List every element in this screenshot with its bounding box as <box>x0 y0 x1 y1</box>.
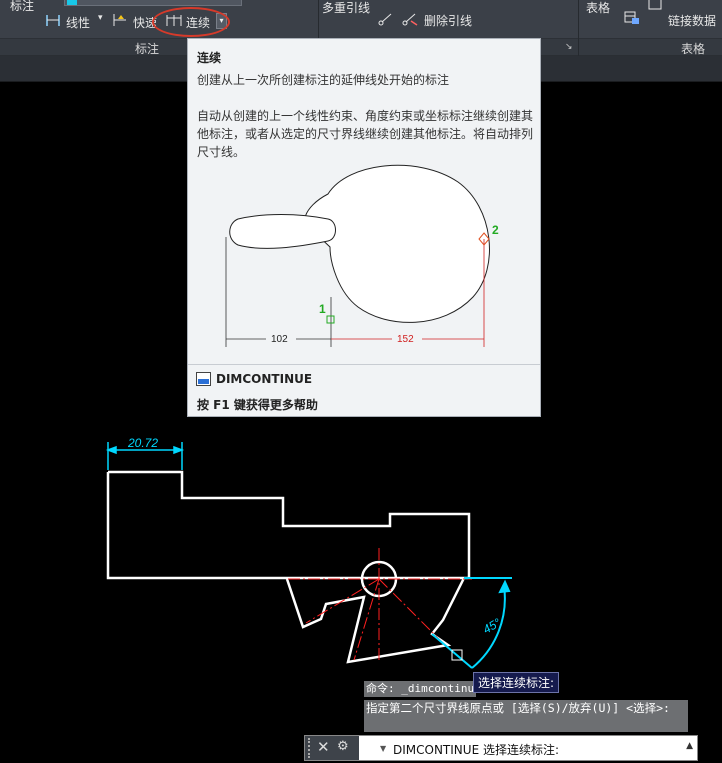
link-data-button[interactable]: 链接数据 <box>668 12 716 29</box>
linear-dimension-icon <box>46 15 60 26</box>
tooltip-command: DIMCONTINUE <box>216 372 313 386</box>
command-icon <box>196 372 211 386</box>
tooltip-help: 按 F1 键获得更多帮助 <box>197 398 318 412</box>
remove-leader-icon <box>402 13 418 26</box>
continue-tooltip: 连续 创建从上一次所创建标注的延伸线处开始的标注 自动从创建的上一个线性约束、角… <box>187 38 541 417</box>
panel-launcher-icon[interactable]: ↘ <box>565 42 573 52</box>
command-line-handle[interactable]: ✕ ⚙ <box>305 736 359 760</box>
illus-point-2: 2 <box>492 223 499 237</box>
dimension-style-dropdown[interactable] <box>64 0 242 6</box>
chevron-up-icon[interactable]: ▲ <box>686 741 693 751</box>
command-history-line1: 命令: _dimcontinue <box>364 681 476 697</box>
illus-dim-right: 152 <box>397 334 414 345</box>
link-data-icon <box>624 11 639 24</box>
dimension-panel-title: 标注 <box>135 42 160 56</box>
command-line[interactable]: ✕ ⚙ ▼ DIMCONTINUE 选择连续标注: ▲ <box>304 735 698 761</box>
tooltip-detail: 自动从创建的上一个线性约束、角度约束或坐标标注继续创建其他标注，或者从选定的尺寸… <box>197 109 534 159</box>
table-panel-title: 表格 <box>681 42 706 56</box>
recent-commands-icon[interactable]: ▼ <box>380 744 386 753</box>
table-button[interactable]: 表格 <box>586 0 610 16</box>
dimension-label-top: 标注 <box>10 0 35 13</box>
tooltip-description: 创建从上一次所创建标注的延伸线处开始的标注 <box>197 73 450 87</box>
illus-point-1: 1 <box>319 302 326 316</box>
linear-dropdown-arrow-icon[interactable]: ▾ <box>98 13 103 23</box>
extract-data-icon <box>648 0 662 10</box>
grip-icon[interactable] <box>308 738 311 758</box>
part-outline <box>106 470 471 580</box>
quick-dimension-icon <box>113 14 126 26</box>
highlight-ellipse <box>152 7 230 37</box>
multileader-button[interactable]: 多重引线 <box>322 0 370 16</box>
dimension-text: 20.72 <box>127 436 158 450</box>
linear-button[interactable]: 线性 <box>66 14 90 31</box>
add-leader-icon <box>378 13 392 26</box>
angle-text: 45° <box>481 615 504 636</box>
close-icon[interactable]: ✕ <box>317 738 330 756</box>
tooltip-title: 连续 <box>197 51 222 65</box>
command-history-line2: 指定第二个尺寸界线原点或 [选择(S)/放弃(U)] <选择>: <box>364 700 688 732</box>
wrench-icon[interactable]: ⚙ <box>337 739 349 754</box>
tooltip-separator <box>188 364 540 365</box>
dynamic-input-tooltip: 选择连续标注: <box>473 672 560 693</box>
tooltip-illustration: 102 152 1 2 <box>225 164 499 347</box>
illus-dim-left: 102 <box>271 334 288 345</box>
sector-part <box>285 577 466 664</box>
remove-leader-button[interactable]: 删除引线 <box>424 12 472 29</box>
command-input[interactable]: DIMCONTINUE 选择连续标注: <box>393 741 559 758</box>
style-color-swatch <box>67 0 77 5</box>
